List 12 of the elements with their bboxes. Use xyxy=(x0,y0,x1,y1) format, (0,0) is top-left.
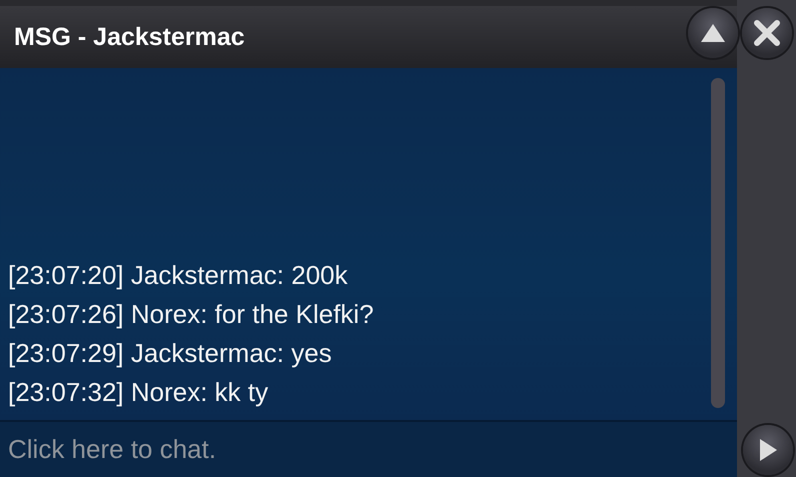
close-icon xyxy=(753,19,781,47)
chat-message: [23:07:26] Norex: for the Klefki? xyxy=(8,298,375,331)
triangle-right-icon xyxy=(758,438,778,462)
chat-message: [23:07:29] Jackstermac: yes xyxy=(8,337,333,370)
send-button[interactable] xyxy=(742,424,792,474)
chat-message: [23:07:20] Jackstermac: 200k xyxy=(8,259,349,292)
triangle-up-icon xyxy=(700,22,726,44)
scrollbar-thumb[interactable] xyxy=(711,78,725,408)
close-button[interactable] xyxy=(742,8,792,58)
chat-message: [23:07:32] Norex: kk ty xyxy=(8,376,270,409)
window-title: MSG - Jackstermac xyxy=(14,22,245,52)
chat-input-field[interactable]: Click here to chat. xyxy=(0,422,737,477)
